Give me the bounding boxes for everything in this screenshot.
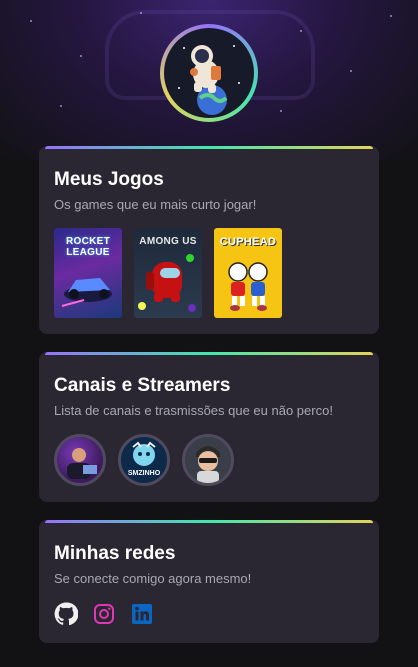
games-card: Meus Jogos Os games que eu mais curto jo… (39, 146, 379, 334)
game-cover-rocket-league[interactable]: ROCKET LEAGUE (54, 228, 122, 318)
linkedin-icon[interactable] (130, 602, 154, 626)
profile-avatar[interactable] (160, 24, 258, 122)
games-card-subtitle: Os games que eu mais curto jogar! (54, 197, 257, 212)
streamer-avatar-3-icon (196, 446, 220, 483)
social-links (54, 602, 364, 626)
channels-card-subtitle: Lista de canais e trasmissões que eu não… (54, 403, 333, 418)
social-card-title: Minhas redes (54, 543, 176, 564)
games-card-title: Meus Jogos (54, 169, 164, 190)
channel-avatar-2[interactable]: SMZINHO (118, 434, 170, 486)
github-icon[interactable] (54, 602, 79, 626)
rocket-league-cover-icon (61, 278, 112, 307)
astronaut-avatar-icon (164, 28, 254, 118)
games-list: ROCKET LEAGUE AMONG US CUPHEAD (54, 228, 364, 318)
instagram-icon[interactable] (92, 602, 116, 626)
among-us-cover-icon (138, 254, 196, 312)
channels-card: Canais e Streamers Lista de canais e tra… (39, 352, 379, 502)
social-card: Minhas redes Se conecte comigo agora mes… (39, 520, 379, 643)
game-cover-among-us[interactable]: AMONG US (134, 228, 202, 318)
streamer-avatar-1-icon (67, 448, 97, 479)
cuphead-cover-icon (228, 262, 268, 311)
channels-card-title: Canais e Streamers (54, 375, 231, 396)
channels-list: SMZINHO (54, 434, 364, 486)
streamer-avatar-2-icon: SMZINHO (128, 441, 161, 477)
social-card-subtitle: Se conecte comigo agora mesmo! (54, 571, 252, 586)
streamer-avatar-2-label: SMZINHO (128, 470, 161, 477)
channel-avatar-1[interactable] (54, 434, 106, 486)
game-cover-cuphead[interactable]: CUPHEAD (214, 228, 282, 318)
channel-avatar-3[interactable] (182, 434, 234, 486)
